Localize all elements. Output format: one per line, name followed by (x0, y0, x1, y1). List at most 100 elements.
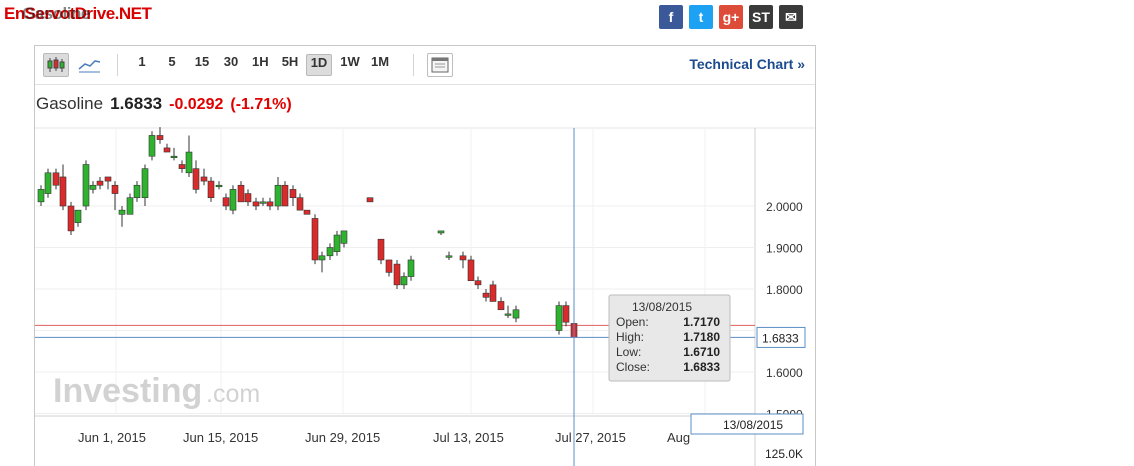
twitter-icon[interactable]: t (689, 5, 713, 29)
candle (104, 176, 112, 190)
candle (400, 272, 408, 289)
chart-frame: 1 5 15 30 1H 5H 1D 1W 1M Technical Chart » Gasol… (34, 45, 816, 466)
watermark-text: .com (206, 380, 260, 408)
brand-overlay-text: Gasoline (22, 4, 90, 23)
candle (207, 176, 215, 202)
candle (163, 143, 171, 153)
candle-body (289, 189, 297, 198)
candle (482, 289, 490, 302)
candle-body (296, 197, 304, 211)
candle (437, 230, 445, 236)
candle-body (89, 184, 97, 190)
candle (185, 135, 193, 177)
candle-body (303, 209, 311, 215)
email-icon[interactable]: ✉ (779, 5, 803, 29)
candle-body (67, 205, 75, 232)
candle-body (126, 197, 134, 215)
candle-body (562, 305, 570, 323)
tooltip-label: Close: (616, 360, 650, 374)
candle-body (437, 230, 445, 234)
candle-body (82, 164, 90, 207)
facebook-icon[interactable]: f (659, 5, 683, 29)
candle-body (244, 193, 252, 203)
candle (133, 181, 141, 202)
candle-body (229, 189, 237, 211)
candle-body (274, 184, 282, 207)
candle-body (445, 255, 453, 258)
candle-body (178, 164, 186, 169)
x-tick-label: Jun 1, 2015 (78, 430, 146, 445)
candle-body (118, 209, 126, 215)
candle-body (156, 135, 164, 140)
candle (459, 251, 467, 269)
candle (562, 301, 570, 327)
tooltip-value: 1.6710 (683, 345, 720, 359)
candle (148, 131, 156, 161)
candle-body (467, 259, 475, 281)
candle-body (237, 184, 245, 203)
candle (229, 185, 237, 215)
candle-body (52, 172, 60, 186)
tooltip-date: 13/08/2015 (632, 300, 692, 314)
stocktwits-icon[interactable]: ST (749, 5, 773, 29)
candle (126, 193, 134, 215)
candle-body (252, 201, 260, 207)
candle-body (37, 189, 45, 203)
share-bar: f t g+ ST ✉ (659, 5, 803, 29)
candle-body (385, 259, 393, 273)
google-plus-icon[interactable]: g+ (719, 5, 743, 29)
candle (555, 301, 563, 335)
candle (200, 168, 208, 186)
candle-body (311, 218, 319, 261)
candle-body (326, 247, 334, 257)
candle (281, 181, 289, 207)
candle-body (318, 255, 326, 261)
candle-body (407, 259, 415, 277)
candle (118, 206, 126, 227)
price-chart[interactable]: 2.00001.90001.80001.70001.60001.5000Jun … (35, 46, 815, 466)
candle (67, 201, 75, 236)
candle-body (555, 305, 563, 331)
candle-body (59, 176, 67, 207)
candle-body (489, 284, 497, 302)
candle-body (192, 168, 200, 190)
candle (445, 251, 453, 260)
watermark-text: Investing (53, 372, 202, 410)
candle (37, 185, 45, 206)
candle-body (393, 263, 401, 286)
candle (178, 160, 186, 173)
y-tick-label: 1.6000 (766, 366, 803, 380)
candle (222, 193, 230, 211)
x-tick-label: Jul 13, 2015 (433, 430, 504, 445)
tooltip-label: High: (616, 330, 644, 344)
candle-body (163, 147, 171, 153)
candle-body (141, 168, 149, 199)
candle (237, 181, 245, 203)
candle (474, 276, 482, 289)
candle-body (482, 292, 490, 298)
tooltip-value: 1.7170 (683, 315, 720, 329)
candle-body (400, 276, 408, 286)
y-tick-label: 1.8000 (766, 283, 803, 297)
candle-body (281, 184, 289, 207)
candle-body (170, 155, 178, 158)
x-tick-label: Aug (667, 430, 690, 445)
tooltip-label: Open: (616, 315, 649, 329)
candle (489, 280, 497, 302)
candle (156, 127, 164, 144)
candle-body (74, 209, 82, 223)
price-axis-marker-label: 1.6833 (762, 331, 799, 345)
candle (274, 176, 282, 211)
candle (52, 168, 60, 190)
candle (259, 197, 267, 206)
site-brand[interactable]: EnServotDrive.NET Gasoline (4, 4, 152, 24)
candle-body (44, 172, 52, 194)
y-tick-label: 2.0000 (766, 200, 803, 214)
investing-watermark: Investing .com (53, 372, 260, 410)
candle-body (148, 135, 156, 157)
candle-body (377, 238, 385, 261)
candle-body (185, 151, 193, 174)
candle-body (133, 184, 141, 198)
candle (244, 189, 252, 206)
candle (192, 160, 200, 194)
